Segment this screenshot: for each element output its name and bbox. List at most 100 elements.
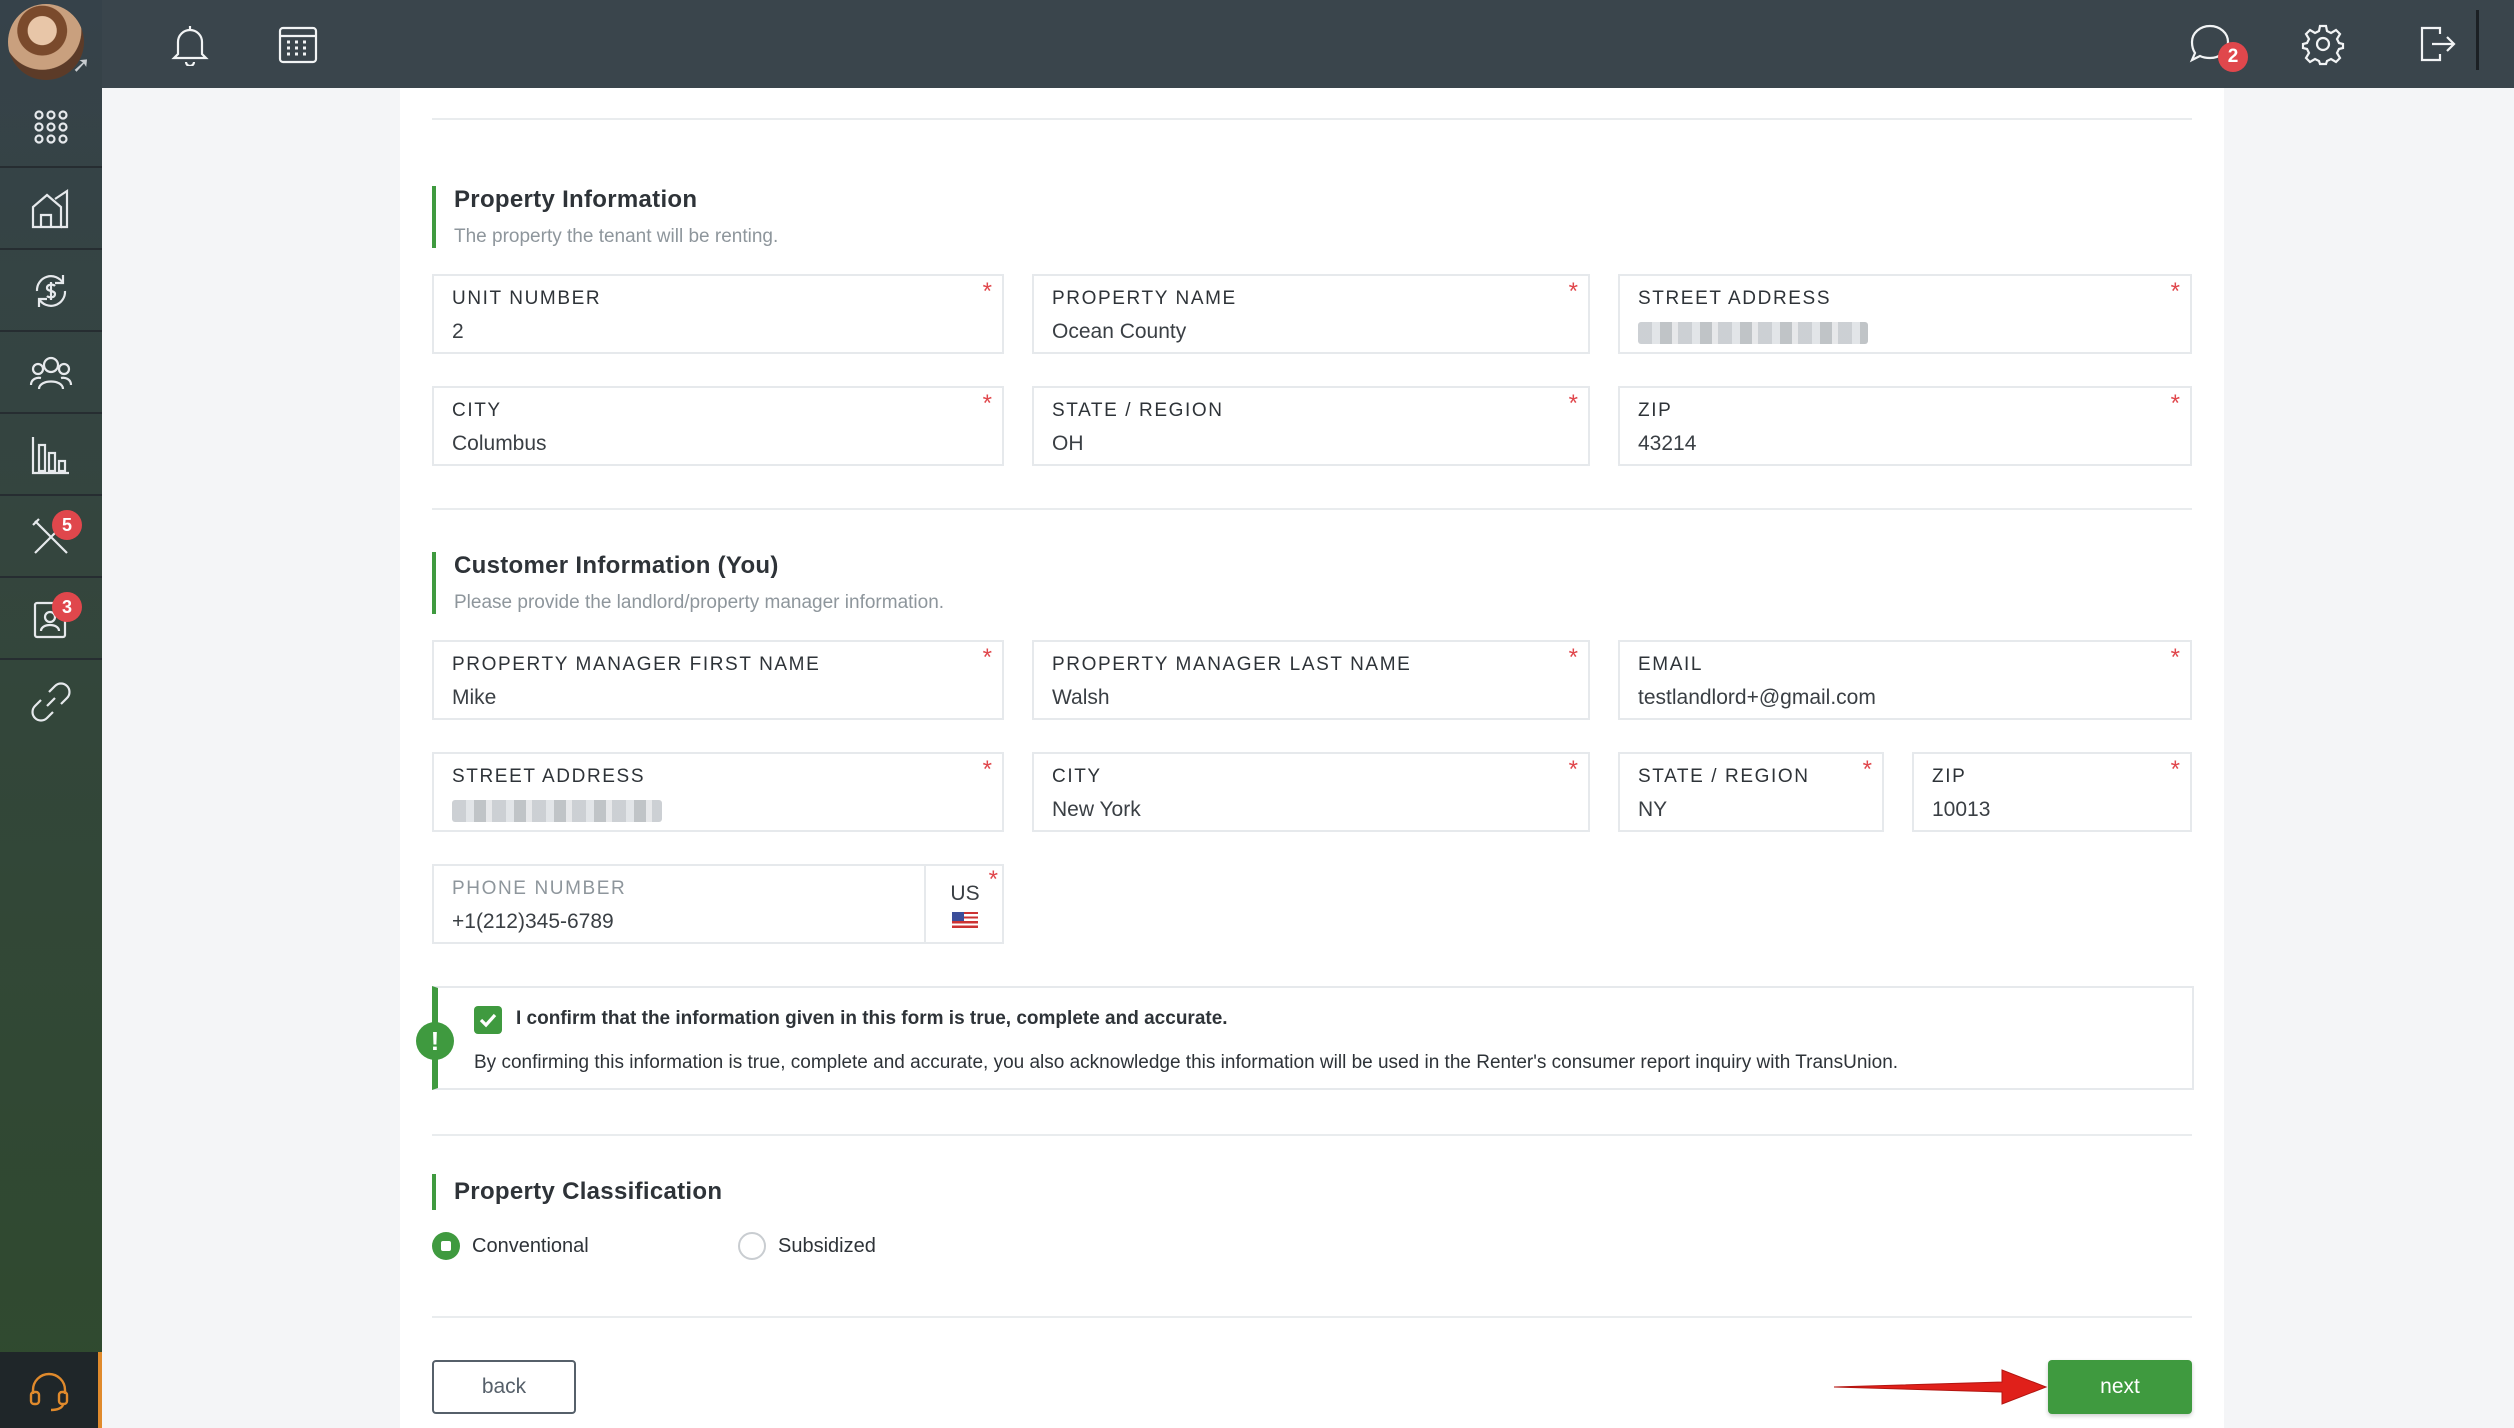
sidebar-item-reports[interactable] xyxy=(0,416,102,496)
customer-zip-field[interactable]: * ZIP 10013 xyxy=(1912,752,2192,832)
users-icon xyxy=(29,356,73,390)
field-label: ZIP xyxy=(1932,766,1967,787)
email-field[interactable]: * EMAIL testlandlord+@gmail.com xyxy=(1618,640,2192,720)
field-label: STREET ADDRESS xyxy=(1638,288,1832,309)
logout-icon xyxy=(2420,26,2456,62)
manager-last-name-field[interactable]: * PROPERTY MANAGER LAST NAME Walsh xyxy=(1032,640,1590,720)
divider xyxy=(432,118,2192,120)
refresh-dollar-icon xyxy=(35,275,67,307)
zip-field[interactable]: * ZIP 43214 xyxy=(1618,386,2192,466)
city-field[interactable]: * CITY Columbus xyxy=(432,386,1004,466)
confirm-body: By confirming this information is true, … xyxy=(474,1052,1899,1073)
us-flag-icon xyxy=(952,912,978,928)
red-arrow-annotation xyxy=(1833,1369,2048,1405)
form-card: Property Information The property the te… xyxy=(400,88,2224,1428)
required-marker: * xyxy=(988,866,998,893)
customer-info-title: Customer Information (You) xyxy=(454,552,779,579)
property-info-subtitle: The property the tenant will be renting. xyxy=(454,226,779,247)
street-address-field[interactable]: * STREET ADDRESS xyxy=(1618,274,2192,354)
logout-button[interactable] xyxy=(2408,16,2464,72)
state-region-field[interactable]: * STATE / REGION OH xyxy=(1032,386,1590,466)
sidebar-item-applications[interactable]: 3 xyxy=(0,580,102,660)
applications-badge: 3 xyxy=(52,592,82,622)
customer-city-input[interactable]: New York xyxy=(1052,798,1570,822)
customer-city-field[interactable]: * CITY New York xyxy=(1032,752,1590,832)
confirm-title: I confirm that the information given in … xyxy=(516,1008,1228,1029)
maintenance-badge: 5 xyxy=(52,510,82,540)
customer-state-input[interactable]: NY xyxy=(1638,798,1864,822)
divider xyxy=(432,1316,2192,1318)
radio-conventional[interactable]: Conventional xyxy=(432,1232,589,1260)
property-info-title: Property Information xyxy=(454,186,698,213)
required-marker: * xyxy=(2170,278,2180,305)
property-name-field[interactable]: * PROPERTY NAME Ocean County xyxy=(1032,274,1590,354)
checkmark-icon xyxy=(479,1013,497,1028)
zip-input[interactable]: 43214 xyxy=(1638,432,2172,456)
calendar-icon xyxy=(278,26,318,64)
required-marker: * xyxy=(1862,756,1872,783)
customer-street-address-field[interactable]: * STREET ADDRESS xyxy=(432,752,1004,832)
settings-button[interactable] xyxy=(2295,16,2351,72)
required-marker: * xyxy=(982,756,992,783)
redacted-street-address[interactable] xyxy=(1638,322,1868,344)
calendar-button[interactable] xyxy=(270,16,326,72)
city-input[interactable]: Columbus xyxy=(452,432,984,456)
classification-header: Property Classification xyxy=(432,1174,722,1210)
required-marker: * xyxy=(1568,644,1578,671)
sidebar-item-maintenance[interactable]: 5 xyxy=(0,498,102,578)
sidebar-item-apps[interactable] xyxy=(0,88,102,168)
messages-badge: 2 xyxy=(2218,42,2248,72)
required-marker: * xyxy=(2170,390,2180,417)
manager-first-name-field[interactable]: * PROPERTY MANAGER FIRST NAME Mike xyxy=(432,640,1004,720)
email-input[interactable]: testlandlord+@gmail.com xyxy=(1638,686,2172,710)
link-icon xyxy=(31,682,71,722)
bar-chart-icon xyxy=(31,437,69,475)
radio-label: Conventional xyxy=(472,1234,589,1257)
field-label: PHONE NUMBER xyxy=(452,878,627,899)
gear-icon xyxy=(2301,24,2345,66)
field-label: STREET ADDRESS xyxy=(452,766,646,787)
unit-number-input[interactable]: 2 xyxy=(452,320,984,344)
house-icon xyxy=(31,188,69,229)
sidebar-item-people[interactable] xyxy=(0,334,102,414)
sidebar-item-payments[interactable] xyxy=(0,252,102,332)
support-button[interactable] xyxy=(0,1352,102,1428)
property-info-header: Property Information The property the te… xyxy=(432,186,778,248)
radio-subsidized[interactable]: Subsidized xyxy=(738,1232,876,1260)
confirmation-box: ! I confirm that the information given i… xyxy=(416,986,2194,1090)
customer-state-field[interactable]: * STATE / REGION NY xyxy=(1618,752,1884,832)
messages-button[interactable]: 2 xyxy=(2182,16,2248,72)
redacted-customer-street-address[interactable] xyxy=(452,800,662,822)
manager-last-name-input[interactable]: Walsh xyxy=(1052,686,1570,710)
back-button[interactable]: back xyxy=(432,1360,576,1414)
radio-selected-indicator[interactable] xyxy=(432,1232,460,1260)
field-label: STATE / REGION xyxy=(1638,766,1810,787)
field-label: PROPERTY NAME xyxy=(1052,288,1237,309)
divider xyxy=(432,508,2192,510)
required-marker: * xyxy=(2170,644,2180,671)
notifications-button[interactable] xyxy=(162,16,218,72)
confirm-checkbox[interactable] xyxy=(474,1006,502,1034)
phone-number-input[interactable]: +1(212)345-6789 xyxy=(452,910,984,934)
pin-icon[interactable]: ➚ xyxy=(72,52,90,78)
phone-number-field[interactable]: PHONE NUMBER +1(212)345-6789 * US xyxy=(432,864,1004,944)
required-marker: * xyxy=(982,390,992,417)
topbar-divider xyxy=(2476,10,2479,70)
country-code-text: US xyxy=(950,882,980,905)
unit-number-field[interactable]: * UNIT NUMBER 2 xyxy=(432,274,1004,354)
field-label: CITY xyxy=(1052,766,1102,787)
next-button[interactable]: next xyxy=(2048,1360,2192,1414)
sidebar-item-properties[interactable] xyxy=(0,170,102,250)
state-region-input[interactable]: OH xyxy=(1052,432,1570,456)
sidebar: ➚ 5 3 xyxy=(0,0,102,1428)
customer-zip-input[interactable]: 10013 xyxy=(1932,798,2172,822)
field-label: STATE / REGION xyxy=(1052,400,1224,421)
property-name-input[interactable]: Ocean County xyxy=(1052,320,1570,344)
field-label: CITY xyxy=(452,400,502,421)
field-label: UNIT NUMBER xyxy=(452,288,602,309)
sidebar-item-integrations[interactable] xyxy=(0,662,102,742)
manager-first-name-input[interactable]: Mike xyxy=(452,686,984,710)
required-marker: * xyxy=(1568,756,1578,783)
radio-unselected-indicator[interactable] xyxy=(738,1232,766,1260)
country-code-select[interactable]: * US xyxy=(924,866,1004,944)
